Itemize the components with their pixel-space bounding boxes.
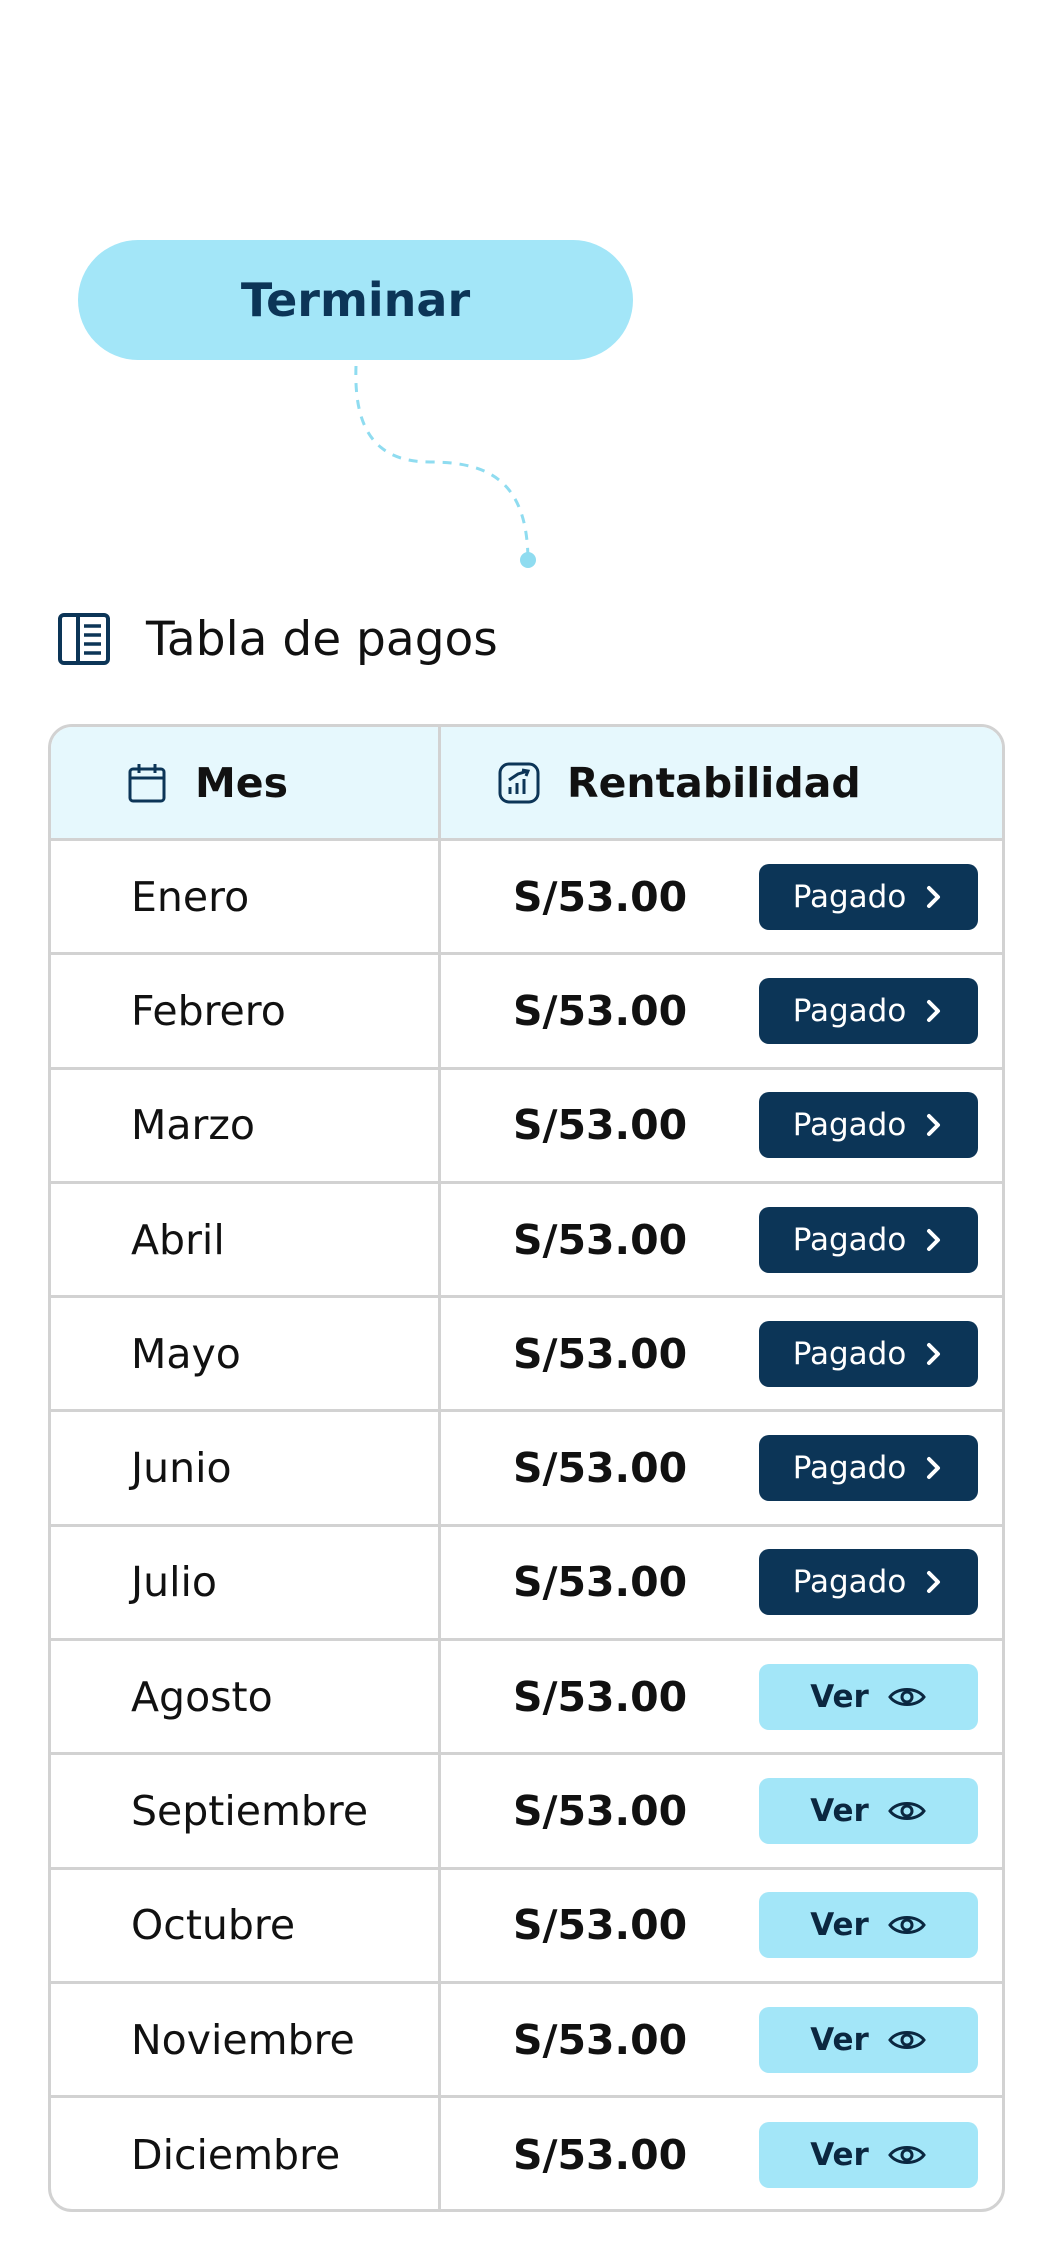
status-button-label: Ver <box>810 2021 869 2058</box>
chevron-right-icon <box>924 1341 944 1367</box>
table-row: Diciembre S/53.00 Ver <box>51 2098 1002 2209</box>
status-button-label: Ver <box>810 1793 869 1830</box>
amount-value: S/53.00 <box>513 1101 688 1150</box>
paid-status-button[interactable]: Pagado <box>759 1206 978 1273</box>
month-cell: Junio <box>51 1412 441 1524</box>
table-row: Agosto S/53.00 Ver <box>51 1641 1002 1756</box>
status-button-label: Pagado <box>792 1450 907 1487</box>
amount-value: S/53.00 <box>513 1672 688 1721</box>
amount-value: S/53.00 <box>513 1215 688 1264</box>
return-cell: S/53.00 Ver <box>441 2098 1002 2209</box>
connector-dashed-line <box>354 365 536 568</box>
section-title: Tabla de pagos <box>146 611 498 667</box>
return-cell: S/53.00 Pagado <box>441 1412 1002 1523</box>
month-cell: Marzo <box>51 1069 441 1181</box>
eye-icon <box>887 1798 927 1824</box>
status-button-label: Pagado <box>792 1564 907 1601</box>
return-cell: S/53.00 Ver <box>441 1870 1002 1981</box>
month-cell: Diciembre <box>51 2098 441 2209</box>
month-cell: Abril <box>51 1183 441 1296</box>
eye-icon <box>887 2142 927 2168</box>
table-header: Mes Rentabilidad <box>51 727 1002 841</box>
table-row: Febrero S/53.00 Pagado <box>51 955 1002 1070</box>
month-cell: Julio <box>51 1526 441 1639</box>
calendar-icon <box>125 761 169 805</box>
chevron-right-icon <box>924 1455 944 1481</box>
paid-status-button[interactable]: Pagado <box>759 1092 978 1159</box>
month-cell: Noviembre <box>51 1983 441 2096</box>
status-button-label: Ver <box>810 1678 869 1715</box>
month-cell: Octubre <box>51 1869 441 1981</box>
view-button[interactable]: Ver <box>759 1892 978 1959</box>
status-button-label: Ver <box>810 2137 869 2174</box>
return-cell: S/53.00 Pagado <box>441 841 1002 952</box>
month-cell: Enero <box>51 841 441 953</box>
month-cell: Agosto <box>51 1641 441 1753</box>
paid-status-button[interactable]: Pagado <box>759 1549 978 1616</box>
chevron-right-icon <box>924 998 944 1024</box>
payments-table: Mes Rentabilidad Enero S/53.00 Pagado Febre… <box>48 724 1005 2212</box>
return-cell: S/53.00 Pagado <box>441 955 1002 1066</box>
column-header-return-label: Rentabilidad <box>567 758 861 807</box>
amount-value: S/53.00 <box>513 1901 688 1950</box>
table-body: Enero S/53.00 Pagado Febrero S/53.00 Pagado Ma… <box>51 841 1002 2209</box>
paid-status-button[interactable]: Pagado <box>759 1435 978 1502</box>
chart-growth-icon <box>497 761 541 805</box>
status-button-label: Pagado <box>792 1335 907 1372</box>
view-button[interactable]: Ver <box>759 1778 978 1845</box>
return-cell: S/53.00 Pagado <box>441 1298 1002 1409</box>
column-header-return: Rentabilidad <box>441 727 861 838</box>
amount-value: S/53.00 <box>513 872 688 921</box>
chevron-right-icon <box>924 1112 944 1138</box>
status-button-label: Pagado <box>792 1221 907 1258</box>
chevron-right-icon <box>924 1569 944 1595</box>
table-row: Junio S/53.00 Pagado <box>51 1412 1002 1527</box>
table-row: Mayo S/53.00 Pagado <box>51 1298 1002 1413</box>
column-header-month: Mes <box>51 727 441 838</box>
table-row: Noviembre S/53.00 Ver <box>51 1983 1002 2099</box>
table-row: Marzo S/53.00 Pagado <box>51 1069 1002 1184</box>
view-button[interactable]: Ver <box>759 2006 978 2073</box>
amount-value: S/53.00 <box>513 2131 688 2180</box>
paid-status-button[interactable]: Pagado <box>759 1320 978 1387</box>
status-button-label: Pagado <box>792 992 907 1029</box>
status-button-label: Pagado <box>792 878 907 915</box>
table-row: Septiembre S/53.00 Ver <box>51 1755 1002 1870</box>
table-row: Enero S/53.00 Pagado <box>51 841 1002 956</box>
return-cell: S/53.00 Ver <box>441 1984 1002 2095</box>
return-cell: S/53.00 Ver <box>441 1755 1002 1866</box>
return-cell: S/53.00 Pagado <box>441 1527 1002 1638</box>
section-header: Tabla de pagos <box>56 606 498 672</box>
amount-value: S/53.00 <box>513 1444 688 1493</box>
return-cell: S/53.00 Pagado <box>441 1070 1002 1181</box>
paid-status-button[interactable]: Pagado <box>759 977 978 1044</box>
chevron-right-icon <box>924 1227 944 1253</box>
amount-value: S/53.00 <box>513 986 688 1035</box>
amount-value: S/53.00 <box>513 2015 688 2064</box>
status-button-label: Pagado <box>792 1107 907 1144</box>
amount-value: S/53.00 <box>513 1329 688 1378</box>
month-cell: Febrero <box>51 955 441 1067</box>
view-button[interactable]: Ver <box>759 1663 978 1730</box>
eye-icon <box>887 1684 927 1710</box>
return-cell: S/53.00 Ver <box>441 1641 1002 1752</box>
table-list-icon <box>56 611 112 667</box>
month-cell: Septiembre <box>51 1755 441 1867</box>
view-button[interactable]: Ver <box>759 2122 978 2189</box>
eye-icon <box>887 1912 927 1938</box>
month-cell: Mayo <box>51 1298 441 1410</box>
table-row: Abril S/53.00 Pagado <box>51 1183 1002 1299</box>
finish-button[interactable]: Terminar <box>78 240 633 360</box>
amount-value: S/53.00 <box>513 1787 688 1836</box>
column-header-month-label: Mes <box>195 758 289 807</box>
paid-status-button[interactable]: Pagado <box>759 863 978 930</box>
table-row: Octubre S/53.00 Ver <box>51 1869 1002 1984</box>
chevron-right-icon <box>924 884 944 910</box>
amount-value: S/53.00 <box>513 1558 688 1607</box>
return-cell: S/53.00 Pagado <box>441 1184 1002 1295</box>
status-button-label: Ver <box>810 1907 869 1944</box>
eye-icon <box>887 2027 927 2053</box>
table-row: Julio S/53.00 Pagado <box>51 1526 1002 1642</box>
